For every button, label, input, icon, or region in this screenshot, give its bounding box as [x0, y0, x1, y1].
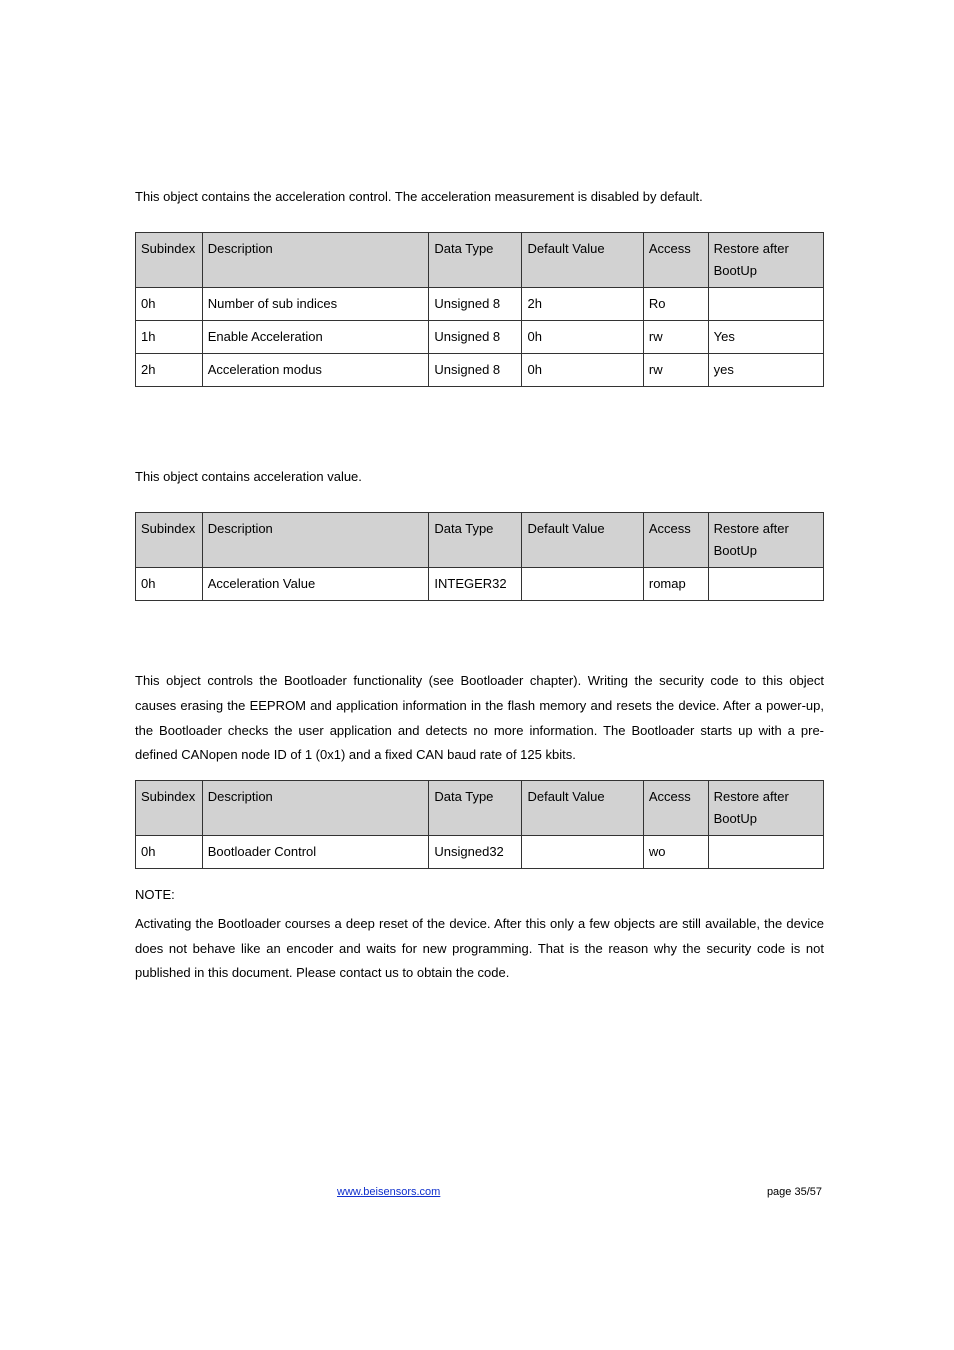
- note-body: Activating the Bootloader courses a deep…: [135, 912, 824, 986]
- cell: 0h: [522, 320, 643, 353]
- cell: rw: [643, 354, 708, 387]
- col-default: Default Value: [522, 780, 643, 835]
- footer-link[interactable]: www.beisensors.com: [337, 1186, 440, 1198]
- cell: Bootloader Control: [202, 836, 429, 869]
- col-datatype: Data Type: [429, 512, 522, 567]
- col-restore: Restore after BootUp: [708, 512, 823, 567]
- cell: Acceleration Value: [202, 568, 429, 601]
- col-default: Default Value: [522, 232, 643, 287]
- table-row: 1h Enable Acceleration Unsigned 8 0h rw …: [136, 320, 824, 353]
- col-description: Description: [202, 232, 429, 287]
- cell: Unsigned 8: [429, 354, 522, 387]
- col-description: Description: [202, 512, 429, 567]
- table-header-row: Subindex Description Data Type Default V…: [136, 780, 824, 835]
- table-header-row: Subindex Description Data Type Default V…: [136, 232, 824, 287]
- acceleration-value-table: Subindex Description Data Type Default V…: [135, 512, 824, 601]
- cell: [708, 287, 823, 320]
- col-subindex: Subindex: [136, 780, 203, 835]
- col-restore: Restore after BootUp: [708, 232, 823, 287]
- cell: 1h: [136, 320, 203, 353]
- cell: 0h: [136, 287, 203, 320]
- cell: yes: [708, 354, 823, 387]
- col-restore: Restore after BootUp: [708, 780, 823, 835]
- cell: [708, 836, 823, 869]
- acceleration-control-table: Subindex Description Data Type Default V…: [135, 232, 824, 387]
- intro-paragraph-1: This object contains the acceleration co…: [135, 185, 824, 210]
- cell: [522, 836, 643, 869]
- table-row: 2h Acceleration modus Unsigned 8 0h rw y…: [136, 354, 824, 387]
- bootloader-control-table: Subindex Description Data Type Default V…: [135, 780, 824, 869]
- cell: 0h: [522, 354, 643, 387]
- col-access: Access: [643, 232, 708, 287]
- cell: INTEGER32: [429, 568, 522, 601]
- intro-paragraph-3: This object controls the Bootloader func…: [135, 669, 824, 768]
- table-row: 0h Number of sub indices Unsigned 8 2h R…: [136, 287, 824, 320]
- cell: Acceleration modus: [202, 354, 429, 387]
- cell: 2h: [136, 354, 203, 387]
- page-footer: www.beisensors.com page 35/57: [135, 1186, 824, 1198]
- col-description: Description: [202, 780, 429, 835]
- cell: [708, 568, 823, 601]
- cell: 0h: [136, 568, 203, 601]
- cell: Enable Acceleration: [202, 320, 429, 353]
- cell: Ro: [643, 287, 708, 320]
- cell: rw: [643, 320, 708, 353]
- cell: Unsigned32: [429, 836, 522, 869]
- col-access: Access: [643, 780, 708, 835]
- table-row: 0h Bootloader Control Unsigned32 wo: [136, 836, 824, 869]
- col-subindex: Subindex: [136, 512, 203, 567]
- cell: Unsigned 8: [429, 287, 522, 320]
- cell: [522, 568, 643, 601]
- cell: 0h: [136, 836, 203, 869]
- intro-paragraph-2: This object contains acceleration value.: [135, 465, 824, 490]
- col-datatype: Data Type: [429, 232, 522, 287]
- col-access: Access: [643, 512, 708, 567]
- cell: Yes: [708, 320, 823, 353]
- footer-page-number: page 35/57: [767, 1186, 822, 1198]
- col-default: Default Value: [522, 512, 643, 567]
- cell: 2h: [522, 287, 643, 320]
- col-datatype: Data Type: [429, 780, 522, 835]
- cell: Unsigned 8: [429, 320, 522, 353]
- table-header-row: Subindex Description Data Type Default V…: [136, 512, 824, 567]
- cell: Number of sub indices: [202, 287, 429, 320]
- table-row: 0h Acceleration Value INTEGER32 romap: [136, 568, 824, 601]
- cell: wo: [643, 836, 708, 869]
- col-subindex: Subindex: [136, 232, 203, 287]
- cell: romap: [643, 568, 708, 601]
- note-label: NOTE:: [135, 883, 824, 908]
